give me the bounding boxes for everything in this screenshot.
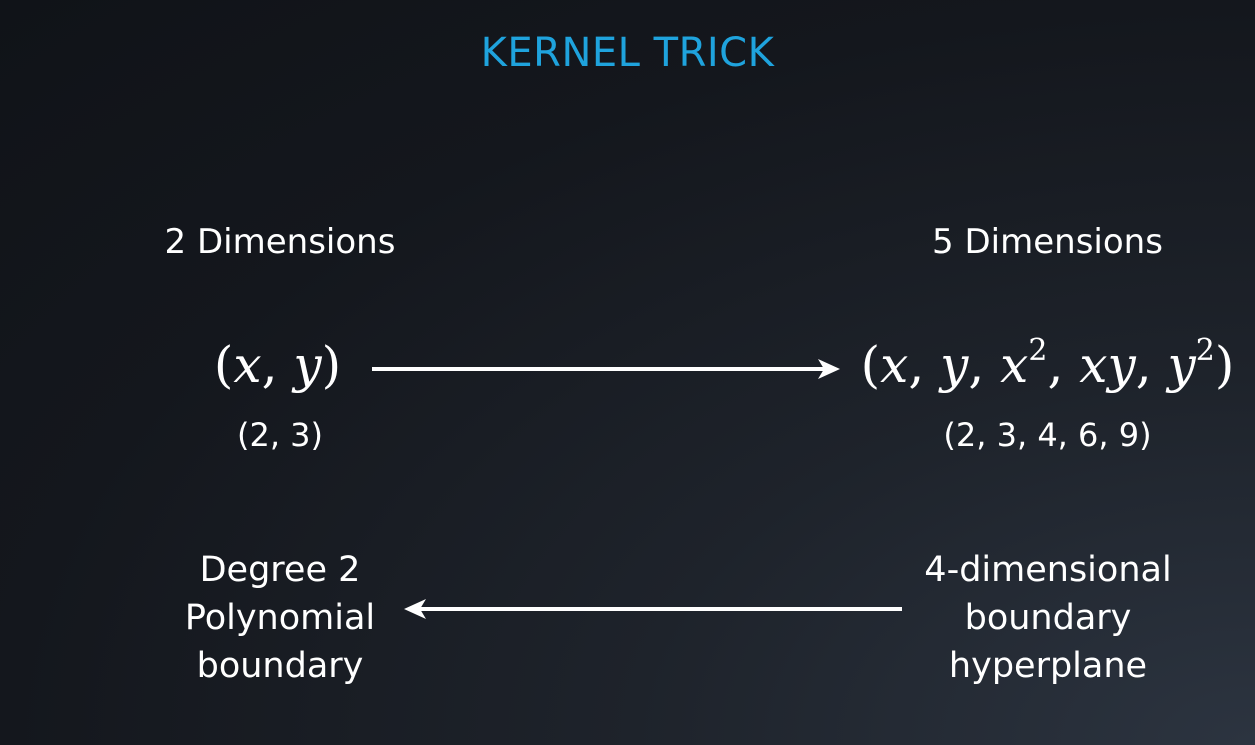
line-3: hyperplane: [948, 646, 1148, 686]
slide-title: KERNEL TRICK: [480, 30, 775, 76]
vector-5d-xy: xy: [1079, 336, 1136, 394]
exponent-y: 2: [1195, 333, 1215, 368]
line-3: boundary: [196, 646, 364, 686]
heading-2-dimensions: 2 Dimensions: [164, 222, 396, 262]
exponent-x: 2: [1028, 333, 1048, 368]
vector-2d-y: y: [293, 336, 322, 394]
example-5d: (2, 3, 4, 6, 9): [943, 416, 1152, 454]
vector-2d: (x, y): [213, 336, 342, 394]
vector-5d-x: x: [880, 336, 909, 394]
arrow-right: [372, 359, 840, 379]
arrow-left: [404, 599, 902, 619]
vector-5d: (x, y, x2, xy, y2): [860, 333, 1235, 395]
vector-5d-y: y: [940, 336, 969, 394]
line-2: boundary: [964, 598, 1132, 638]
label-4-dimensional-boundary-hyperplane: 4-dimensional boundary hyperplane: [898, 546, 1198, 690]
line-1: Degree 2: [199, 550, 361, 590]
line-1: 4-dimensional: [924, 550, 1172, 590]
example-2d: (2, 3): [236, 416, 324, 454]
vector-5d-x-squared: x: [1000, 336, 1029, 394]
line-2: Polynomial: [184, 598, 376, 638]
vector-2d-x: x: [233, 336, 262, 394]
label-degree-2-polynomial-boundary: Degree 2 Polynomial boundary: [150, 546, 410, 690]
heading-5-dimensions: 5 Dimensions: [932, 222, 1163, 262]
vector-5d-y-squared: y: [1167, 336, 1196, 394]
